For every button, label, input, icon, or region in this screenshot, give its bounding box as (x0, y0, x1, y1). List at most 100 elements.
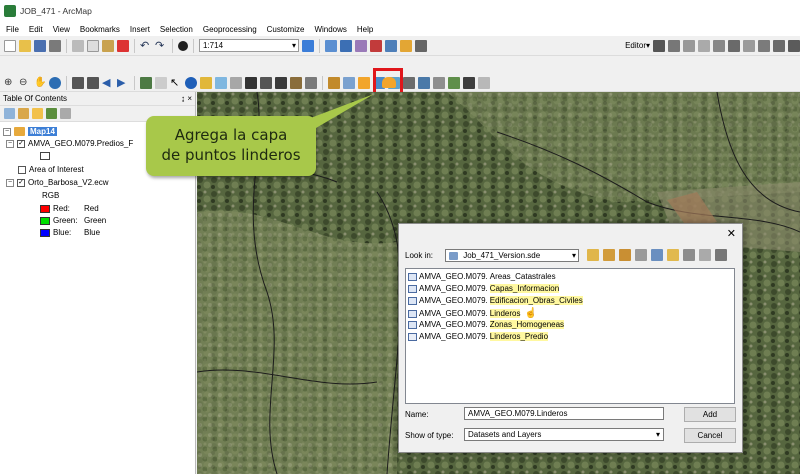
show-of-type-select[interactable]: Datasets and Layers ▾ (464, 428, 664, 441)
model-builder-icon[interactable] (400, 39, 412, 52)
time-slider-icon[interactable] (290, 76, 302, 89)
toc-options-icon[interactable] (60, 108, 71, 119)
layer-properties-icon[interactable] (343, 76, 355, 89)
toc-window-icon[interactable] (325, 39, 337, 52)
edit-tool-icon[interactable] (653, 39, 665, 52)
map-scale-select[interactable]: 1:714 (199, 39, 299, 52)
view-options-icon[interactable] (651, 249, 663, 261)
list-item[interactable]: AMVA_GEO.M079. Areas_Catastrales (408, 272, 556, 281)
go-to-xy-icon[interactable] (275, 76, 287, 89)
layer-row-predios[interactable]: − ✓ AMVA_GEO.M079.Predios_F (6, 139, 133, 148)
full-extent-icon[interactable] (49, 76, 61, 89)
basemap-icon[interactable] (463, 76, 475, 89)
add-xy-data-icon[interactable] (328, 76, 340, 89)
add-button[interactable]: Add (684, 407, 736, 422)
report-icon[interactable] (433, 76, 445, 89)
zoom-out-icon[interactable]: ⊖ (19, 77, 31, 89)
properties-icon[interactable] (715, 249, 727, 261)
menu-file[interactable]: File (6, 25, 19, 34)
print-icon[interactable] (49, 39, 61, 52)
toggle-contents-icon[interactable] (619, 249, 631, 261)
delete-item-icon[interactable] (699, 249, 711, 261)
endpoint-arc-icon[interactable] (698, 39, 710, 52)
arctoolbox-icon[interactable] (370, 39, 382, 52)
copy-icon[interactable] (87, 39, 99, 52)
select-features-icon[interactable] (140, 76, 152, 89)
menu-view[interactable]: View (53, 25, 70, 34)
list-by-selection-icon[interactable] (46, 108, 57, 119)
trace-icon[interactable] (713, 39, 725, 52)
html-popup-icon[interactable] (200, 76, 212, 89)
menu-help[interactable]: Help (357, 25, 373, 34)
find-icon[interactable] (245, 76, 257, 89)
data-view-icon[interactable] (403, 76, 415, 89)
list-item[interactable]: AMVA_GEO.M079. Linderos_Predio (408, 332, 549, 341)
list-item[interactable]: AMVA_GEO.M079. Edificacion_Obras_Civiles (408, 296, 583, 305)
pan-icon[interactable]: ✋ (34, 77, 46, 89)
menu-bookmarks[interactable]: Bookmarks (80, 25, 120, 34)
hyperlink-icon[interactable] (215, 76, 227, 89)
search-window-icon[interactable] (355, 39, 367, 52)
layer-visibility-checkbox[interactable]: ✓ (17, 139, 25, 148)
collapse-icon[interactable]: − (6, 178, 14, 187)
back-extent-icon[interactable]: ◀ (102, 77, 114, 89)
find-route-icon[interactable] (260, 76, 272, 89)
paste-icon[interactable] (102, 39, 114, 52)
new-document-icon[interactable] (4, 39, 16, 52)
create-features-icon[interactable] (788, 39, 800, 52)
delete-icon[interactable] (117, 39, 129, 52)
rotate-tool-icon[interactable] (743, 39, 755, 52)
viewer-window-icon[interactable] (305, 76, 317, 89)
attributes-icon[interactable] (758, 39, 770, 52)
cut-icon[interactable] (72, 39, 84, 52)
catalog-window-icon[interactable] (340, 39, 352, 52)
list-by-drawing-order-icon[interactable] (4, 108, 15, 119)
python-window-icon[interactable] (385, 39, 397, 52)
graph-icon[interactable] (418, 76, 430, 89)
layer-visibility-checkbox[interactable] (18, 165, 26, 174)
list-item[interactable]: AMVA_GEO.M079. Zonas_Homogeneas (408, 320, 565, 329)
add-data-layer-icon[interactable] (382, 77, 396, 88)
sketch-properties-icon[interactable] (773, 39, 785, 52)
straight-segment-icon[interactable] (683, 39, 695, 52)
zoom-in-icon[interactable]: ⊕ (4, 77, 16, 89)
menu-edit[interactable]: Edit (29, 25, 43, 34)
dataset-list[interactable]: AMVA_GEO.M079. Areas_Catastrales AMVA_GEO… (405, 268, 735, 404)
add-data-icon[interactable] (358, 76, 370, 89)
list-by-source-icon[interactable] (18, 108, 29, 119)
fixed-zoom-in-icon[interactable] (72, 76, 84, 89)
menu-windows[interactable]: Windows (314, 25, 346, 34)
select-elements-icon[interactable]: ↖ (170, 77, 182, 89)
new-folder-icon[interactable] (667, 249, 679, 261)
open-folder-icon[interactable] (19, 39, 31, 52)
overflow-icon[interactable] (478, 76, 490, 89)
map-frame-row[interactable]: − Map14 (3, 127, 57, 136)
gallery-icon[interactable] (683, 249, 695, 261)
list-item-selected[interactable]: AMVA_GEO.M079. Linderos ☝ (408, 308, 537, 319)
save-icon[interactable] (34, 39, 46, 52)
cancel-button[interactable]: Cancel (684, 428, 736, 443)
list-item[interactable]: AMVA_GEO.M079. Capas_Informacion (408, 284, 560, 293)
connect-folder-icon[interactable] (635, 249, 647, 261)
measure-icon[interactable] (230, 76, 242, 89)
add-data-dropdown-icon[interactable] (178, 40, 188, 51)
up-one-level-icon[interactable] (587, 249, 599, 261)
menu-selection[interactable]: Selection (160, 25, 193, 34)
edit-annotation-icon[interactable] (668, 39, 680, 52)
identify-icon[interactable] (185, 76, 197, 89)
collapse-icon[interactable]: − (6, 139, 14, 148)
close-icon[interactable]: ✕ (727, 227, 736, 240)
clear-selection-icon[interactable] (155, 76, 167, 89)
redo-icon[interactable]: ↷ (155, 40, 167, 52)
name-input[interactable]: AMVA_GEO.M079.Linderos (464, 407, 664, 420)
forward-extent-icon[interactable]: ▶ (117, 77, 129, 89)
editor-toolbar-icon[interactable] (302, 39, 314, 52)
menu-insert[interactable]: Insert (130, 25, 150, 34)
home-folder-icon[interactable] (603, 249, 615, 261)
collapse-icon[interactable]: − (3, 127, 11, 136)
editor-menu-button[interactable]: Editor▾ (625, 41, 650, 50)
layer-visibility-checkbox[interactable]: ✓ (17, 178, 25, 187)
split-tool-icon[interactable] (728, 39, 740, 52)
menu-customize[interactable]: Customize (267, 25, 305, 34)
whats-this-icon[interactable] (415, 39, 427, 52)
